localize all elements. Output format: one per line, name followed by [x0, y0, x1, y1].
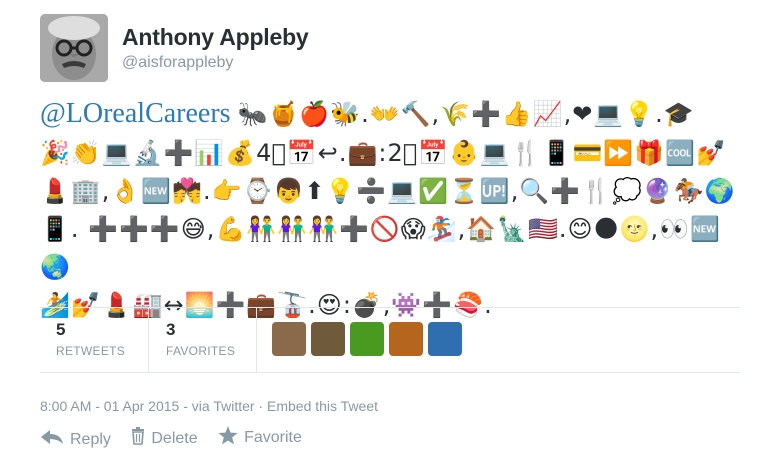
tweet-line-1: @LOrealCareers 🐜🍯🍎🐝.👐🔨,🌾➕👍📈,❤💻💡.🎓 — [40, 94, 740, 134]
favoriter-avatar[interactable] — [272, 322, 306, 356]
meta-separator: - — [179, 398, 192, 414]
emoji-sequence: 🐜🍯🍎🐝.👐🔨,🌾➕👍📈,❤💻💡.🎓 — [237, 100, 695, 128]
emoji-sequence: 📱. ➕➕➕😅,💪👫👫👫➕🚫😱🏂,🏠🗽🇺🇸.😊🌑🌝,👀🆕🌏 — [40, 215, 721, 281]
star-icon — [218, 426, 238, 450]
favorites-stat[interactable]: 3 FAVORITES — [166, 308, 266, 372]
favorites-count: 3 — [166, 320, 176, 339]
favorites-label: FAVORITES — [166, 344, 236, 358]
profile-avatar[interactable] — [40, 14, 108, 82]
favoriter-avatar[interactable] — [350, 322, 384, 356]
profile-avatar-image — [40, 14, 108, 82]
tweet-meta: 8:00 AM - 01 Apr 2015 - via Twitter · Em… — [40, 398, 378, 414]
favorite-button[interactable]: Favorite — [218, 426, 302, 450]
stats-bottom-divider — [40, 372, 740, 373]
tweet-text: @LOrealCareers 🐜🍯🍎🐝.👐🔨,🌾➕👍📈,❤💻💡.🎓 🎉👏💻🔬➕📊… — [40, 94, 740, 324]
emoji-sequence: 🎉👏💻🔬➕📊💰4⃣📅↩.💼:2⃣📅👶💻🍴📱💳⏩🎁🆒💅 — [40, 139, 727, 167]
tweet-via[interactable]: via Twitter — [192, 398, 255, 414]
user-name[interactable]: Anthony Appleby — [122, 24, 309, 51]
reply-button[interactable]: Reply — [40, 429, 111, 450]
favoriters-list — [272, 322, 467, 358]
delete-label: Delete — [151, 429, 198, 447]
favoriter-avatar[interactable] — [389, 322, 423, 356]
embed-link[interactable]: Embed this Tweet — [267, 398, 378, 414]
tweet-stats: 5 RETWEETS 3 FAVORITES — [40, 308, 740, 372]
retweets-label: RETWEETS — [56, 344, 126, 358]
stats-separator — [256, 308, 257, 372]
tweet-timestamp[interactable]: 8:00 AM - 01 Apr 2015 — [40, 398, 179, 414]
trash-icon — [131, 427, 145, 450]
tweet-actions: Reply Delete Favorite — [40, 426, 318, 450]
mention-link[interactable]: @LOrealCareers — [40, 98, 231, 129]
emoji-sequence: 💄🏢,👌🆕💏.👉⌚👦⬆💡➗💻✅⏳🆙,🔍➕🍴💭🔮🏇🌍 — [40, 177, 736, 205]
retweets-stat[interactable]: 5 RETWEETS — [56, 308, 146, 372]
favoriter-avatar[interactable] — [428, 322, 462, 356]
delete-button[interactable]: Delete — [131, 427, 198, 450]
favorite-label: Favorite — [244, 429, 302, 446]
reply-arrow-icon — [40, 429, 64, 450]
meta-separator: · — [254, 398, 267, 414]
reply-label: Reply — [70, 430, 111, 448]
favoriter-avatar[interactable] — [311, 322, 345, 356]
stats-separator — [148, 308, 149, 372]
retweets-count: 5 — [56, 320, 66, 339]
user-handle[interactable]: @aisforappleby — [122, 54, 233, 72]
